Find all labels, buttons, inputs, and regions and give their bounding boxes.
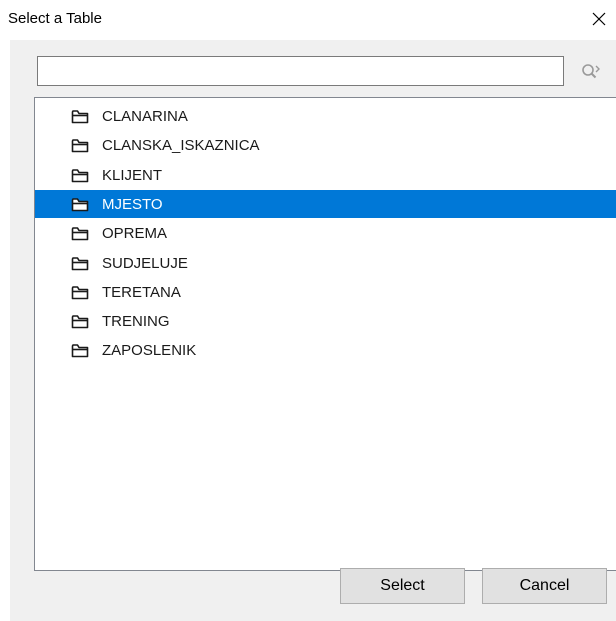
table-list-item[interactable]: CLANSKA_ISKAZNICA	[35, 131, 616, 159]
folder-icon	[71, 138, 89, 158]
search-icon	[582, 64, 600, 79]
table-list-item[interactable]: TRENING	[35, 307, 616, 335]
search-input[interactable]	[37, 56, 564, 86]
table-list-item[interactable]: CLANARINA	[35, 102, 616, 130]
select-button[interactable]: Select	[340, 568, 465, 604]
table-name: TRENING	[102, 313, 170, 331]
close-icon	[592, 12, 606, 26]
folder-icon	[71, 256, 89, 276]
folder-icon	[71, 285, 89, 305]
folder-icon	[71, 197, 89, 217]
table-name: TERETANA	[102, 283, 181, 301]
folder-icon	[71, 109, 89, 129]
dialog-title: Select a Table	[8, 10, 102, 27]
table-list-item[interactable]: OPREMA	[35, 219, 616, 247]
title-bar: Select a Table	[0, 0, 616, 40]
folder-icon	[71, 343, 89, 363]
table-list[interactable]: CLANARINA CLANSKA_ISKAZNICA KLIJENT MJESTO O…	[34, 97, 616, 571]
select-table-dialog: Select a Table CLANARINA CLANSKA_ISKAZNIC…	[0, 0, 616, 621]
dialog-body: CLANARINA CLANSKA_ISKAZNICA KLIJENT MJESTO O…	[10, 40, 616, 621]
folder-icon	[71, 168, 89, 188]
search-button[interactable]	[576, 58, 606, 84]
table-name: CLANSKA_ISKAZNICA	[102, 137, 260, 155]
table-name: ZAPOSLENIK	[102, 342, 197, 360]
close-button[interactable]	[582, 0, 616, 38]
table-list-item[interactable]: SUDJELUJE	[35, 249, 616, 277]
table-list-item[interactable]: MJESTO	[35, 189, 616, 218]
cancel-button[interactable]: Cancel	[482, 568, 607, 604]
table-name: KLIJENT	[102, 166, 163, 184]
table-list-item[interactable]: KLIJENT	[35, 161, 616, 189]
table-name: CLANARINA	[102, 108, 188, 125]
table-name: SUDJELUJE	[102, 254, 188, 272]
folder-icon	[71, 314, 89, 334]
table-list-item[interactable]: TERETANA	[35, 278, 616, 306]
table-name: OPREMA	[102, 225, 168, 243]
table-name: MJESTO	[102, 195, 163, 213]
table-list-item[interactable]: ZAPOSLENIK	[35, 336, 616, 364]
folder-icon	[71, 226, 89, 246]
